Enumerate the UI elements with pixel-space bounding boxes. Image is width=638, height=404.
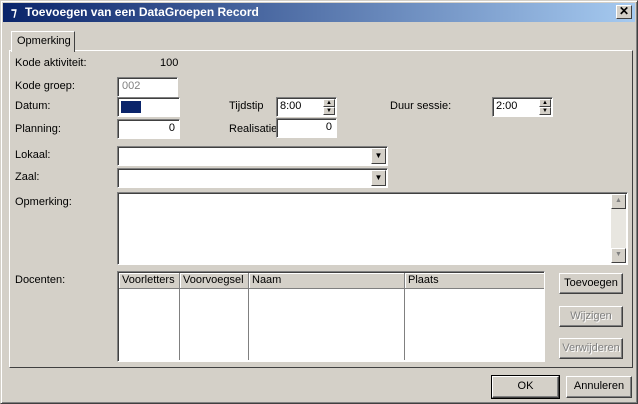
duur-sessie-spinner[interactable]: ▲ ▼	[539, 99, 551, 115]
spin-up-icon[interactable]: ▲	[323, 99, 335, 107]
opmerking-label: Opmerking:	[15, 196, 72, 208]
spin-down-icon[interactable]: ▼	[323, 107, 335, 115]
spin-up-icon[interactable]: ▲	[539, 99, 551, 107]
column-header[interactable]: Naam	[249, 273, 404, 289]
tijdstip-label: Tijdstip	[229, 100, 264, 112]
column-voorvoegsel: Voorvoegsel	[180, 273, 249, 360]
spin-down-icon[interactable]: ▼	[539, 107, 551, 115]
tijdstip-spinner[interactable]: ▲ ▼	[323, 99, 335, 115]
docenten-table[interactable]: Voorletters Voorvoegsel Naam Plaats	[117, 271, 545, 362]
verwijderen-button[interactable]: Verwijderen	[559, 338, 623, 359]
column-header[interactable]: Voorletters	[119, 273, 179, 289]
kode-groep-label: Kode groep:	[15, 80, 75, 92]
lokaal-select[interactable]: ▼	[117, 146, 388, 166]
scroll-up-icon[interactable]: ▲	[611, 194, 626, 209]
opmerking-scrollbar[interactable]: ▲ ▼	[611, 194, 626, 263]
kode-aktiviteit-label: Kode aktiviteit:	[15, 57, 87, 69]
annuleren-button[interactable]: Annuleren	[566, 376, 632, 398]
kode-groep-value: 002	[122, 80, 141, 92]
column-header[interactable]: Voorvoegsel	[180, 273, 248, 289]
chevron-down-icon[interactable]: ▼	[371, 148, 386, 164]
realisatie-value: 0	[325, 121, 332, 133]
kode-aktiviteit-value: 100	[160, 57, 179, 69]
app-icon: ⁊	[11, 5, 17, 19]
column-plaats: Plaats	[405, 273, 544, 360]
zaal-select[interactable]: ▼	[117, 168, 388, 188]
datum-field[interactable]	[117, 97, 180, 117]
datum-label: Datum:	[15, 100, 51, 112]
wijzigen-button[interactable]: Wijzigen	[559, 306, 623, 327]
dialog-window: ⁊ Toevoegen van een DataGroepen Record ✕…	[0, 0, 638, 404]
planning-label: Planning:	[15, 123, 61, 135]
opmerking-textarea[interactable]: ▲ ▼	[117, 192, 628, 265]
close-icon: ✕	[618, 4, 630, 18]
zaal-label: Zaal:	[15, 171, 40, 183]
title-bar[interactable]: ⁊ Toevoegen van een DataGroepen Record ✕	[3, 3, 635, 22]
realisatie-field[interactable]: 0	[276, 118, 337, 138]
column-naam: Naam	[249, 273, 405, 360]
realisatie-label: Realisatie:	[229, 123, 281, 135]
duur-sessie-value: 2:00	[496, 100, 518, 112]
tijdstip-field[interactable]: 8:00 ▲ ▼	[276, 97, 337, 117]
duur-sessie-field[interactable]: 2:00 ▲ ▼	[492, 97, 553, 117]
toevoegen-button[interactable]: Toevoegen	[559, 273, 623, 294]
datum-selection	[121, 101, 141, 113]
planning-value: 0	[168, 122, 175, 134]
ok-button[interactable]: OK	[491, 375, 560, 399]
column-voorletters: Voorletters	[119, 273, 180, 360]
scroll-down-icon[interactable]: ▼	[611, 248, 626, 263]
tab-label: Opmerking	[17, 35, 71, 47]
kode-groep-field: 002	[117, 77, 178, 97]
window-title: Toevoegen van een DataGroepen Record	[25, 5, 259, 19]
duur-sessie-label: Duur sessie:	[390, 100, 452, 112]
tijdstip-value: 8:00	[280, 100, 302, 112]
planning-field[interactable]: 0	[117, 119, 180, 139]
docenten-label: Docenten:	[15, 274, 66, 286]
lokaal-label: Lokaal:	[15, 149, 51, 161]
column-header[interactable]: Plaats	[405, 273, 544, 289]
tab-opmerking[interactable]: Opmerking	[11, 31, 75, 52]
chevron-down-icon[interactable]: ▼	[371, 170, 386, 186]
close-button[interactable]: ✕	[616, 5, 632, 19]
